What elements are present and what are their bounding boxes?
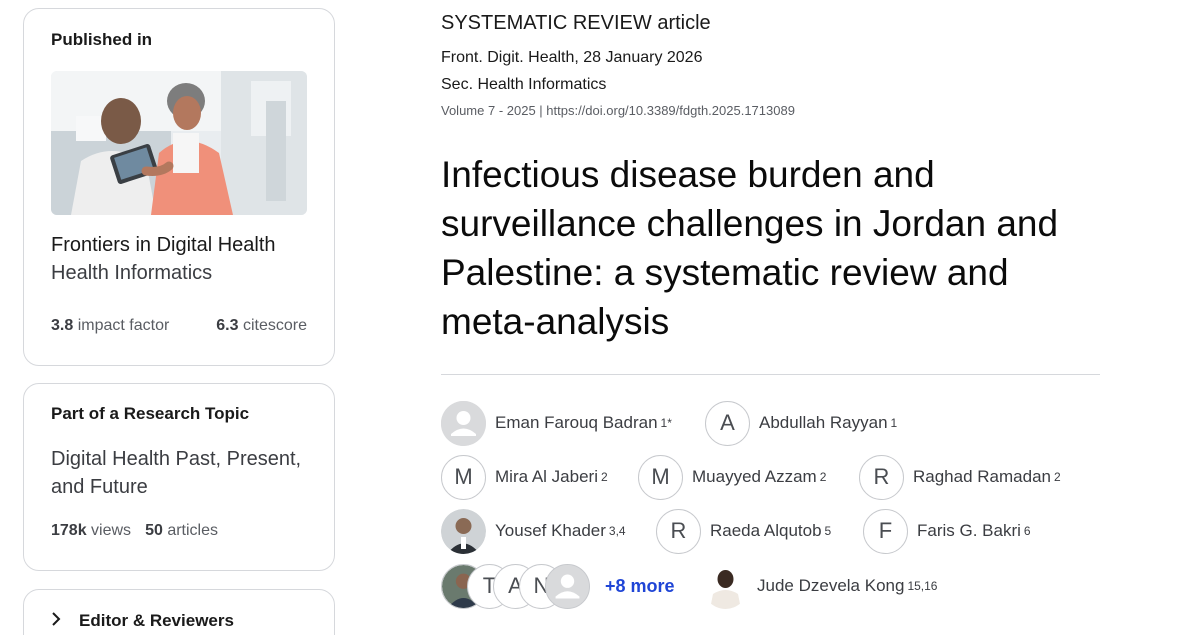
- citescore-label: citescore: [242, 317, 307, 334]
- views-value: 178k: [51, 522, 87, 539]
- article-type: SYSTEMATIC REVIEW article: [441, 12, 711, 34]
- research-topic-link[interactable]: Digital Health Past, Present, and Future: [51, 445, 321, 501]
- articles-label: articles: [167, 522, 218, 539]
- author-name[interactable]: Jude Dzevela Kong: [757, 576, 904, 596]
- article-section[interactable]: Sec. Health Informatics: [441, 76, 606, 94]
- editors-reviewers-toggle[interactable]: Editor & Reviewers: [51, 610, 234, 631]
- views-label: views: [91, 522, 132, 539]
- author-name[interactable]: Eman Farouq Badran: [495, 413, 658, 433]
- journal-metrics: 3.8 impact factor 6.3 citescore: [51, 317, 307, 335]
- author-name[interactable]: Faris G. Bakri: [917, 521, 1021, 541]
- impact-factor: 3.8 impact factor: [51, 317, 169, 335]
- author-item[interactable]: Eman Farouq Badran 1*: [441, 400, 672, 446]
- article-title: Infectious disease burden and surveillan…: [441, 154, 1059, 342]
- research-topic-card: Part of a Research Topic Digital Health …: [23, 383, 335, 571]
- author-affiliation: 2: [600, 470, 608, 484]
- author-name[interactable]: Raeda Alqutob: [710, 521, 822, 541]
- author-initial-avatar: A: [705, 400, 750, 446]
- journal-cover-image[interactable]: [51, 71, 307, 215]
- divider: [441, 374, 1100, 375]
- author-initial-avatar: F: [863, 508, 908, 554]
- articles-value: 50: [145, 522, 163, 539]
- author-affiliation: 6: [1023, 524, 1031, 538]
- author-affiliation: 1*: [660, 416, 672, 430]
- published-in-title: Published in: [51, 30, 153, 49]
- author-item[interactable]: R Raghad Ramadan 2: [859, 454, 1061, 500]
- journal-name-link[interactable]: Frontiers in Digital Health: [51, 234, 276, 257]
- person-icon: [441, 400, 486, 446]
- more-authors-button[interactable]: +8 more: [605, 576, 675, 597]
- person-icon: [545, 563, 590, 609]
- author-affiliation: 2: [1053, 470, 1061, 484]
- editors-reviewers-label: Editor & Reviewers: [79, 610, 234, 630]
- author-initial-avatar: M: [441, 454, 486, 500]
- impact-factor-value: 3.8: [51, 317, 74, 334]
- citescore-value: 6.3: [216, 317, 239, 334]
- author-name[interactable]: Muayyed Azzam: [692, 467, 817, 487]
- article-journal-date: Front. Digit. Health, 28 January 2026: [441, 49, 703, 66]
- author-affiliation: 15,16: [907, 579, 938, 593]
- author-photo: [441, 508, 486, 554]
- author-photo: [703, 563, 748, 609]
- editors-reviewers-card[interactable]: Editor & Reviewers: [23, 589, 335, 635]
- journal-section-link[interactable]: Health Informatics: [51, 262, 212, 285]
- author-name[interactable]: Abdullah Rayyan: [759, 413, 888, 433]
- research-topic-heading: Part of a Research Topic: [51, 404, 250, 423]
- impact-factor-label: impact factor: [77, 317, 170, 334]
- author-affiliation: 1: [890, 416, 898, 430]
- author-name[interactable]: Yousef Khader: [495, 521, 606, 541]
- published-in-card: Published in Frontiers in Digital Health…: [23, 8, 335, 366]
- author-affiliation: 2: [819, 470, 827, 484]
- author-name[interactable]: Mira Al Jaberi: [495, 467, 598, 487]
- author-name[interactable]: Raghad Ramadan: [913, 467, 1051, 487]
- author-item[interactable]: Jude Dzevela Kong 15,16: [703, 563, 937, 609]
- author-item[interactable]: M Mira Al Jaberi 2: [441, 454, 608, 500]
- author-affiliation: 5: [824, 524, 832, 538]
- author-item[interactable]: R Raeda Alqutob 5: [656, 508, 831, 554]
- topic-stats: 178k views 50 articles: [51, 522, 218, 540]
- author-initial-avatar: M: [638, 454, 683, 500]
- author-initial-avatar: R: [859, 454, 904, 500]
- author-initial-avatar: R: [656, 508, 701, 554]
- author-item[interactable]: F Faris G. Bakri 6: [863, 508, 1031, 554]
- author-item[interactable]: M Muayyed Azzam 2: [638, 454, 826, 500]
- author-item[interactable]: Yousef Khader 3,4: [441, 508, 626, 554]
- citescore: 6.3 citescore: [216, 317, 307, 335]
- author-avatar-stack[interactable]: T A N +8 more: [441, 563, 675, 609]
- author-item[interactable]: A Abdullah Rayyan 1: [705, 400, 897, 446]
- article-volume-doi[interactable]: Volume 7 - 2025 | https://doi.org/10.338…: [441, 103, 795, 118]
- author-affiliation: 3,4: [608, 524, 626, 538]
- chevron-right-icon: [51, 610, 69, 631]
